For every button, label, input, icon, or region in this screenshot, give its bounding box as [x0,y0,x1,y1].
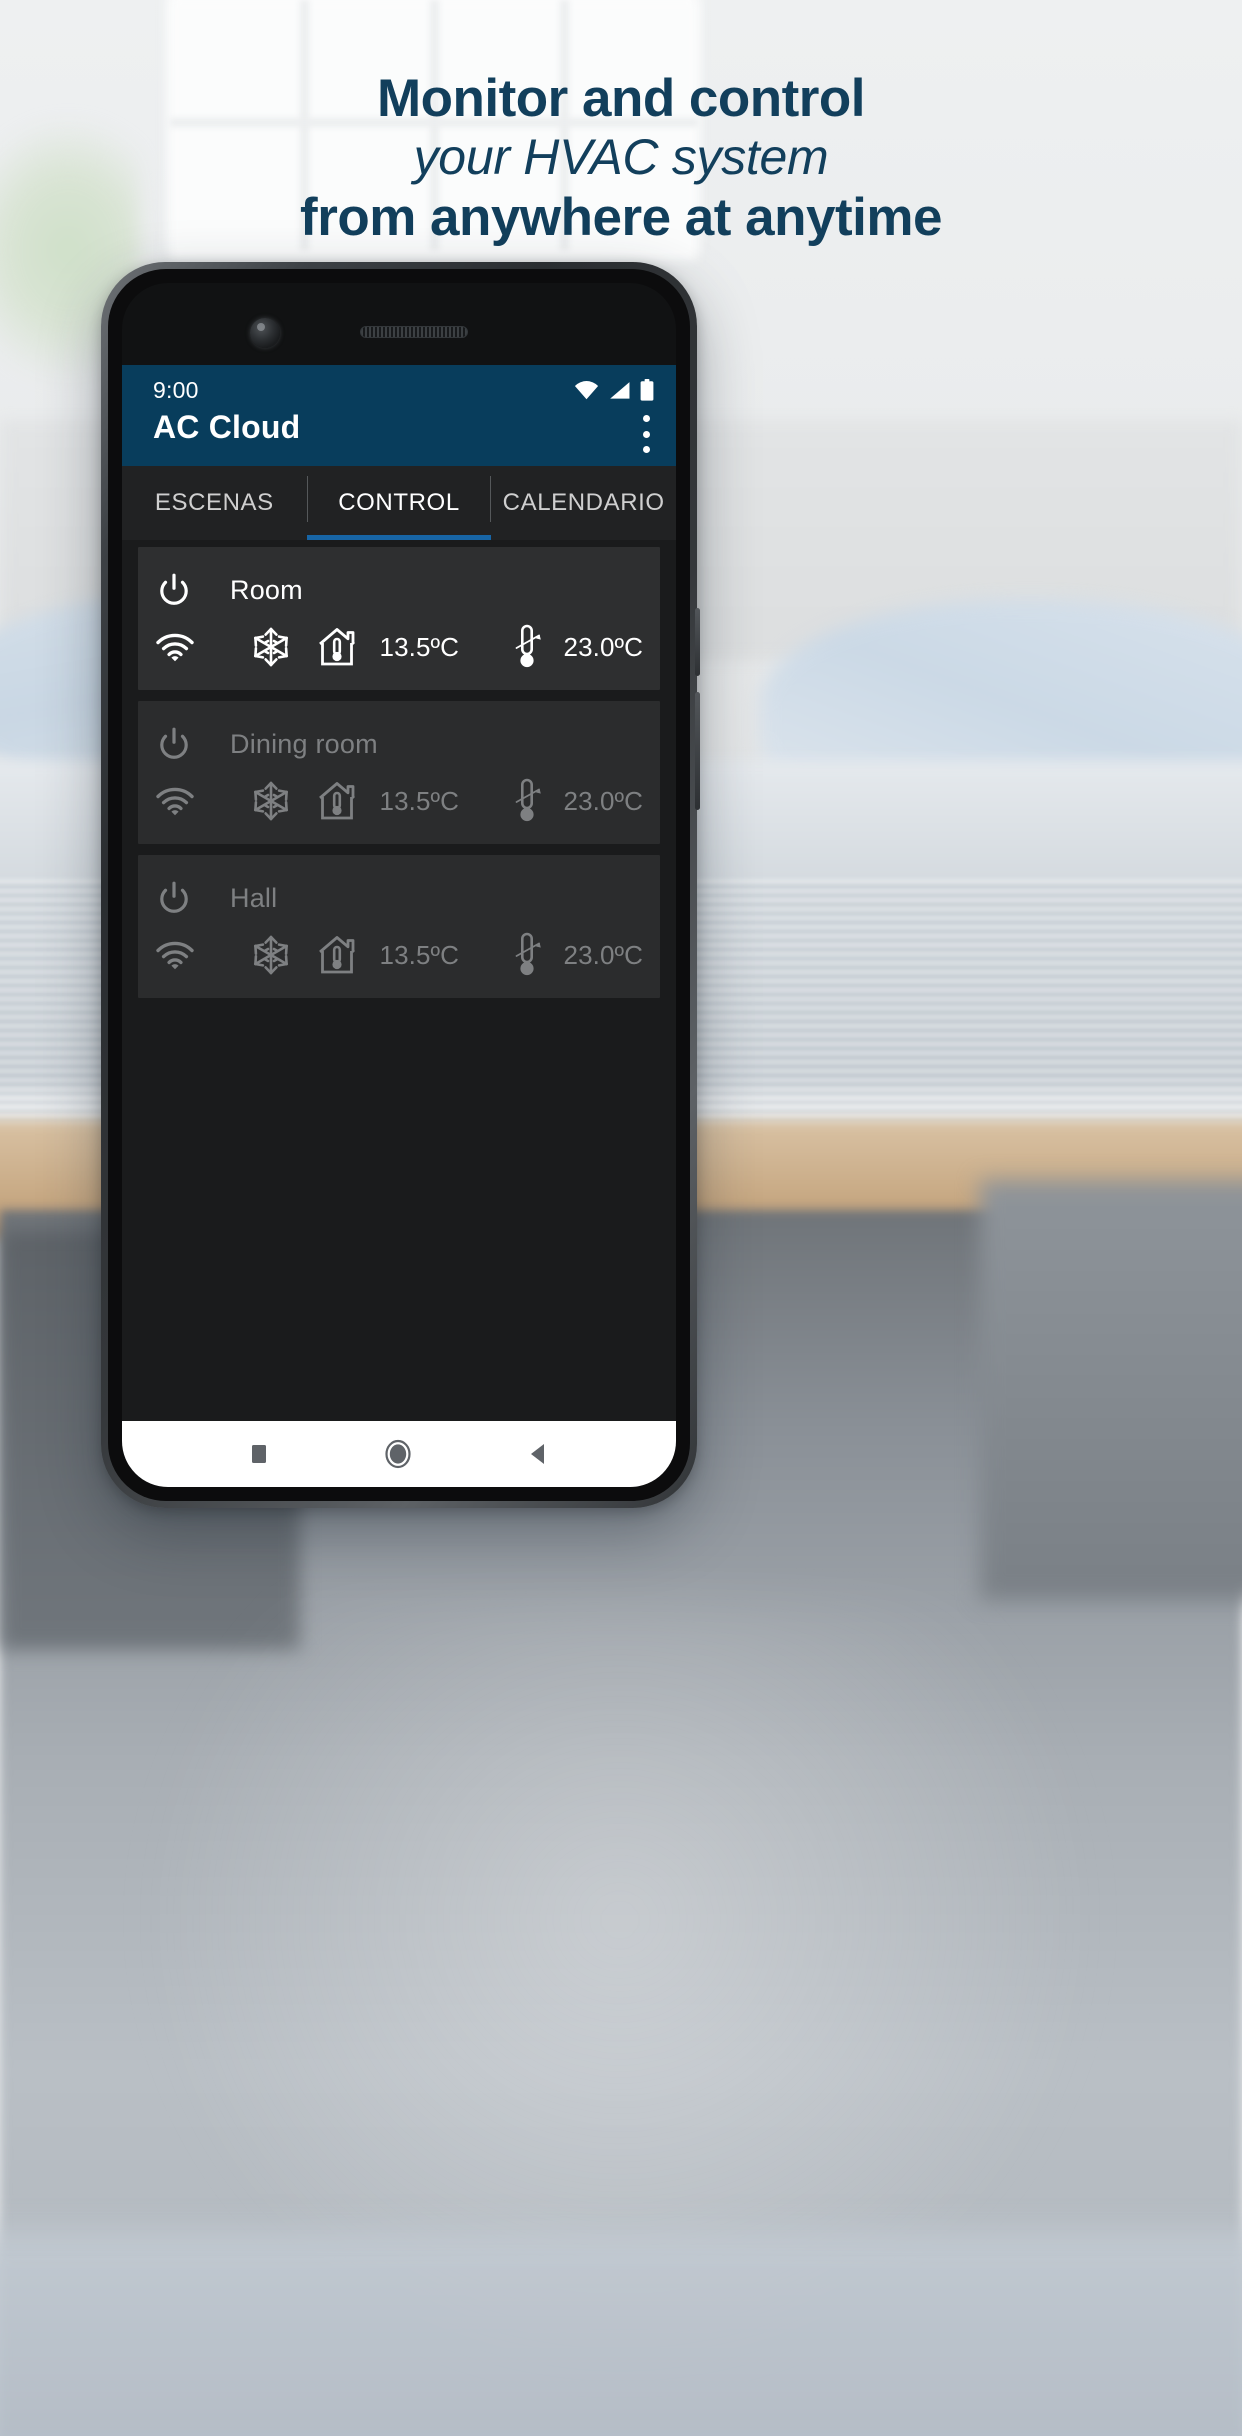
home-circle-icon [385,1439,411,1469]
device-card-header: Room [155,563,643,617]
promo-headline: Monitor and control your HVAC system fro… [0,72,1242,246]
promo-line-2: your HVAC system [413,129,829,185]
tab-label: CALENDARIO [502,489,665,516]
tab-escenas[interactable]: ESCENAS [122,466,307,540]
device-ambient-temperature: 13.5ºC [379,631,459,662]
snowflake-icon [253,935,288,975]
promo-line-3: from anywhere at anytime [300,188,942,247]
device-setpoint-temperature: 23.0ºC [563,939,643,970]
status-bar: 9:00 [122,371,676,405]
device-ambient-temperature: 13.5ºC [379,785,459,816]
front-camera-icon [250,318,280,348]
wifi-icon [156,941,194,970]
promo-line-1: Monitor and control [376,69,866,128]
phone-bezel: 9:00 AC Cloud ESCENAS CONTROL CALENDARIO… [108,269,690,1501]
power-side-button[interactable] [695,608,700,676]
tab-bar: ESCENAS CONTROL CALENDARIO [122,466,676,540]
device-card-status: 13.5ºC 23.0ºC [155,775,643,827]
device-name: Room [230,574,303,605]
status-bar-clock: 9:00 [153,377,199,403]
bg-nightstand-right [980,1180,1242,1600]
tab-label: CONTROL [338,489,460,516]
wifi-icon [156,633,194,662]
device-mode-icon [242,626,300,668]
tab-control[interactable]: CONTROL [306,466,492,540]
power-button[interactable] [155,725,202,763]
app-bar: 9:00 AC Cloud [122,365,676,466]
house-thermometer-icon [318,936,355,974]
battery-icon [640,379,654,401]
device-setpoint-icon [506,778,550,824]
power-icon [160,881,188,913]
tab-label: ESCENAS [154,489,274,516]
device-ambient-temperature: 13.5ºC [379,939,459,970]
recents-square-icon [252,1445,267,1463]
device-list: Room 13.5ºC 23.0ºC Dining room 13.5ºC 23… [122,540,676,1487]
device-mode-icon [242,934,300,976]
device-setpoint-icon [506,624,550,670]
phone-mockup: 9:00 AC Cloud ESCENAS CONTROL CALENDARIO… [101,262,700,1508]
house-thermometer-icon [318,782,355,820]
power-icon [160,727,188,759]
phone-screen: 9:00 AC Cloud ESCENAS CONTROL CALENDARIO… [122,283,676,1487]
bg-rug [0,2230,1242,2436]
wifi-icon [574,380,599,399]
device-setpoint-temperature: 23.0ºC [563,785,643,816]
device-wifi-icon [155,632,202,662]
device-ambient-icon [308,625,366,669]
device-card-header: Hall [155,871,643,925]
device-name: Hall [230,882,278,913]
device-card[interactable]: Dining room 13.5ºC 23.0ºC [138,701,660,844]
device-name: Dining room [230,728,378,759]
device-wifi-icon [155,786,202,816]
back-button[interactable] [526,1440,550,1468]
android-nav-bar [122,1421,676,1487]
device-wifi-icon [155,940,202,970]
snowflake-icon [253,627,288,667]
house-thermometer-icon [318,628,355,666]
device-card[interactable]: Hall 13.5ºC 23.0ºC [138,855,660,998]
power-button[interactable] [155,879,202,917]
device-card-header: Dining room [155,717,643,771]
device-ambient-icon [308,779,366,823]
recents-button[interactable] [248,1441,270,1467]
volume-side-button[interactable] [695,692,700,810]
wifi-icon [156,787,194,816]
tab-calendario[interactable]: CALENDARIO [491,466,676,540]
thermometer-icon [515,624,541,668]
power-icon [160,573,188,605]
earpiece-speaker-icon [360,326,468,338]
device-card-status: 13.5ºC 23.0ºC [155,929,643,981]
device-ambient-icon [308,933,366,977]
snowflake-icon [253,781,288,821]
device-setpoint-icon [506,932,550,978]
back-triangle-icon [530,1444,544,1464]
device-card[interactable]: Room 13.5ºC 23.0ºC [138,547,660,690]
app-title: AC Cloud [153,409,301,445]
device-setpoint-temperature: 23.0ºC [563,631,643,662]
overflow-menu-icon[interactable] [642,415,650,453]
power-button[interactable] [155,571,202,609]
status-bar-icons [574,379,654,401]
thermometer-icon [515,932,541,976]
thermometer-icon [515,778,541,822]
device-mode-icon [242,780,300,822]
cellular-signal-icon [610,381,630,399]
device-card-status: 13.5ºC 23.0ºC [155,621,643,673]
home-button[interactable] [383,1438,413,1470]
